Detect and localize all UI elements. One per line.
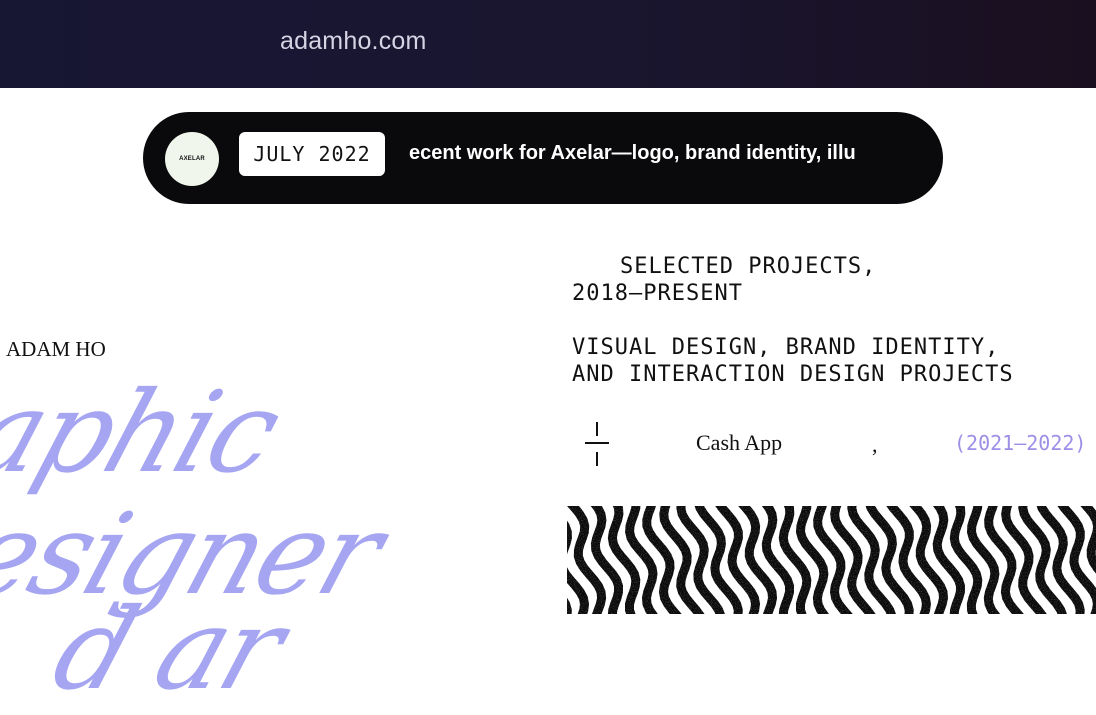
projects-heading-line-1: SELECTED PROJECTS, [620, 254, 876, 279]
project-name[interactable]: Cash App [696, 430, 782, 456]
axelar-logo-icon: AXELAR [165, 132, 219, 186]
news-ticker-banner[interactable]: AXELAR JULY 2022 ecent work for Axelar—l… [143, 112, 943, 204]
wavy-stripes-artwork [567, 506, 1096, 614]
browser-top-bar: adamho.com [0, 0, 1096, 88]
ticker-date-badge: JULY 2022 [239, 132, 385, 176]
project-separator: , [872, 432, 878, 458]
script-title-line-3: d ar [39, 585, 297, 715]
crosshair-icon-bottom [596, 452, 598, 466]
projects-description-line-1: VISUAL DESIGN, BRAND IDENTITY, [572, 335, 999, 360]
projects-heading-line-2: 2018–PRESENT [572, 281, 743, 306]
axelar-logo-text: AXELAR [179, 156, 205, 162]
project-years: (2021–2022) [954, 431, 1086, 455]
site-url[interactable]: adamho.com [280, 27, 427, 56]
projects-description-line-2: AND INTERACTION DESIGN PROJECTS [572, 362, 1014, 387]
project-artwork-image[interactable] [567, 506, 1096, 614]
designer-name: ADAM HO [6, 337, 106, 362]
ticker-text-window: ecent work for Axelar—logo, brand identi… [409, 138, 889, 174]
script-title-line-1: aphic [0, 368, 293, 498]
ticker-text[interactable]: ecent work for Axelar—logo, brand identi… [409, 142, 856, 165]
crosshair-icon [585, 442, 609, 444]
ticker-date: JULY 2022 [253, 142, 370, 166]
crosshair-icon-top [596, 422, 598, 436]
